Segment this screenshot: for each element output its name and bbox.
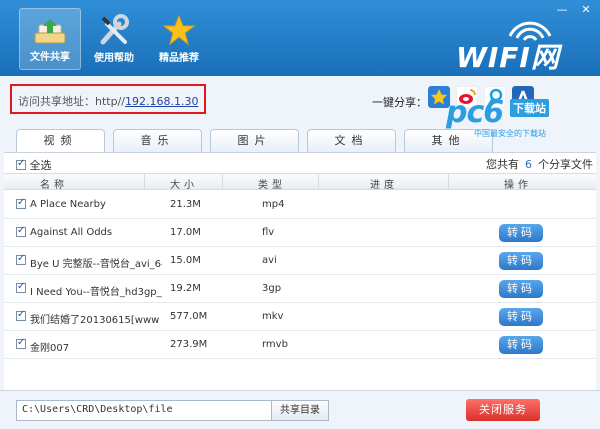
summary-count: 6: [525, 158, 532, 171]
file-type: 3gp: [262, 283, 282, 294]
featured-button[interactable]: 精品推荐: [148, 8, 210, 70]
file-name: A Place Nearby: [30, 199, 106, 210]
transcode-button[interactable]: 转码: [499, 336, 543, 354]
share-label: 一键分享：: [372, 96, 427, 109]
file-size: 17.0M: [170, 227, 201, 238]
share-dir-button[interactable]: 共享目录: [271, 400, 329, 421]
share-address: 访问共享地址：http//192.168.1.30: [10, 84, 206, 114]
file-size: 21.3M: [170, 199, 201, 210]
file-type: mp4: [262, 199, 285, 210]
column-header: 名称 大小 类型 进度 操作: [4, 173, 596, 191]
select-all-checkbox[interactable]: [16, 158, 26, 170]
table-row[interactable]: Bye U 完整版--音悦台_avi_64 15.0M avi 转码: [4, 247, 596, 275]
row-checkbox[interactable]: [16, 253, 26, 265]
file-list: 全选 您共有 6 个分享文件 名称 大小 类型 进度 操作 A Place Near…: [4, 152, 596, 390]
row-checkbox[interactable]: [16, 225, 26, 237]
file-size: 15.0M: [170, 255, 201, 266]
tab-music[interactable]: 音乐: [113, 129, 202, 153]
row-checkbox[interactable]: [16, 281, 26, 293]
tab-image[interactable]: 图片: [210, 129, 299, 153]
file-type: flv: [262, 227, 275, 238]
file-type: avi: [262, 255, 277, 266]
tab-document[interactable]: 文档: [307, 129, 396, 153]
featured-label: 精品推荐: [159, 53, 199, 64]
row-checkbox[interactable]: [16, 309, 26, 321]
file-name: 金刚007: [30, 343, 70, 354]
file-type: mkv: [262, 311, 284, 322]
file-name: Bye U 完整版--音悦台_avi_64: [30, 259, 162, 270]
file-name: I Need You--音悦台_hd3gp_3: [30, 287, 162, 298]
select-all-label: 全选: [29, 159, 52, 172]
star-icon: [162, 14, 196, 46]
address-prefix: http//: [95, 95, 125, 108]
file-rows: A Place Nearby 21.3M mp4 Against All Odd…: [4, 191, 596, 359]
app-logo: WIFI网盘: [456, 14, 586, 114]
transcode-button[interactable]: 转码: [499, 280, 543, 298]
file-share-icon: [34, 19, 66, 44]
file-name: Against All Odds: [30, 227, 113, 238]
file-name: 我们结婚了20130615[www: [30, 315, 160, 326]
table-row[interactable]: Against All Odds 17.0M flv 转码: [4, 219, 596, 247]
address-label: 访问共享地址：: [18, 95, 95, 108]
col-size: 大小: [170, 180, 198, 191]
watermark-logo: pc6: [446, 95, 504, 130]
footer-bar: C:\Users\CRD\Desktop\file 共享目录 关闭服务: [0, 390, 600, 429]
row-checkbox[interactable]: [16, 197, 26, 209]
select-all[interactable]: 全选: [16, 157, 52, 173]
row-checkbox[interactable]: [16, 337, 26, 349]
file-size: 273.9M: [170, 339, 208, 350]
col-action: 操作: [504, 180, 532, 191]
col-name: 名称: [40, 180, 68, 191]
file-count-summary: 您共有 6 个分享文件: [486, 156, 593, 172]
toolbar-header: — ✕ 文件共享 使用帮助 精品推荐 WIFI网盘: [0, 0, 600, 114]
table-row[interactable]: 我们结婚了20130615[www 577.0M mkv 转码: [4, 303, 596, 331]
address-link[interactable]: 192.168.1.30: [125, 95, 198, 108]
transcode-button[interactable]: 转码: [499, 308, 543, 326]
help-button[interactable]: 使用帮助: [83, 8, 145, 70]
file-share-button[interactable]: 文件共享: [19, 8, 81, 70]
file-size: 19.2M: [170, 283, 201, 294]
watermark-tag: 下载站: [510, 99, 549, 117]
tools-icon: [100, 14, 129, 45]
col-type: 类型: [258, 180, 286, 191]
table-row[interactable]: A Place Nearby 21.3M mp4: [4, 191, 596, 219]
share-dir-path[interactable]: C:\Users\CRD\Desktop\file: [16, 400, 272, 421]
file-type: rmvb: [262, 339, 288, 350]
help-label: 使用帮助: [94, 53, 134, 64]
file-size: 577.0M: [170, 311, 208, 322]
summary-prefix: 您共有: [486, 158, 519, 171]
watermark-sub: 中国最安全的下载站: [474, 129, 546, 138]
table-row[interactable]: 金刚007 273.9M rmvb 转码: [4, 331, 596, 359]
summary-suffix: 个分享文件: [538, 158, 593, 171]
col-progress: 进度: [370, 180, 398, 191]
stop-service-button[interactable]: 关闭服务: [466, 399, 540, 421]
transcode-button[interactable]: 转码: [499, 224, 543, 242]
pc6-watermark: pc6 下载站 中国最安全的下载站: [446, 95, 594, 139]
transcode-button[interactable]: 转码: [499, 252, 543, 270]
table-row[interactable]: I Need You--音悦台_hd3gp_3 19.2M 3gp 转码: [4, 275, 596, 303]
tab-video[interactable]: 视频: [16, 129, 105, 154]
file-share-label: 文件共享: [30, 52, 70, 63]
